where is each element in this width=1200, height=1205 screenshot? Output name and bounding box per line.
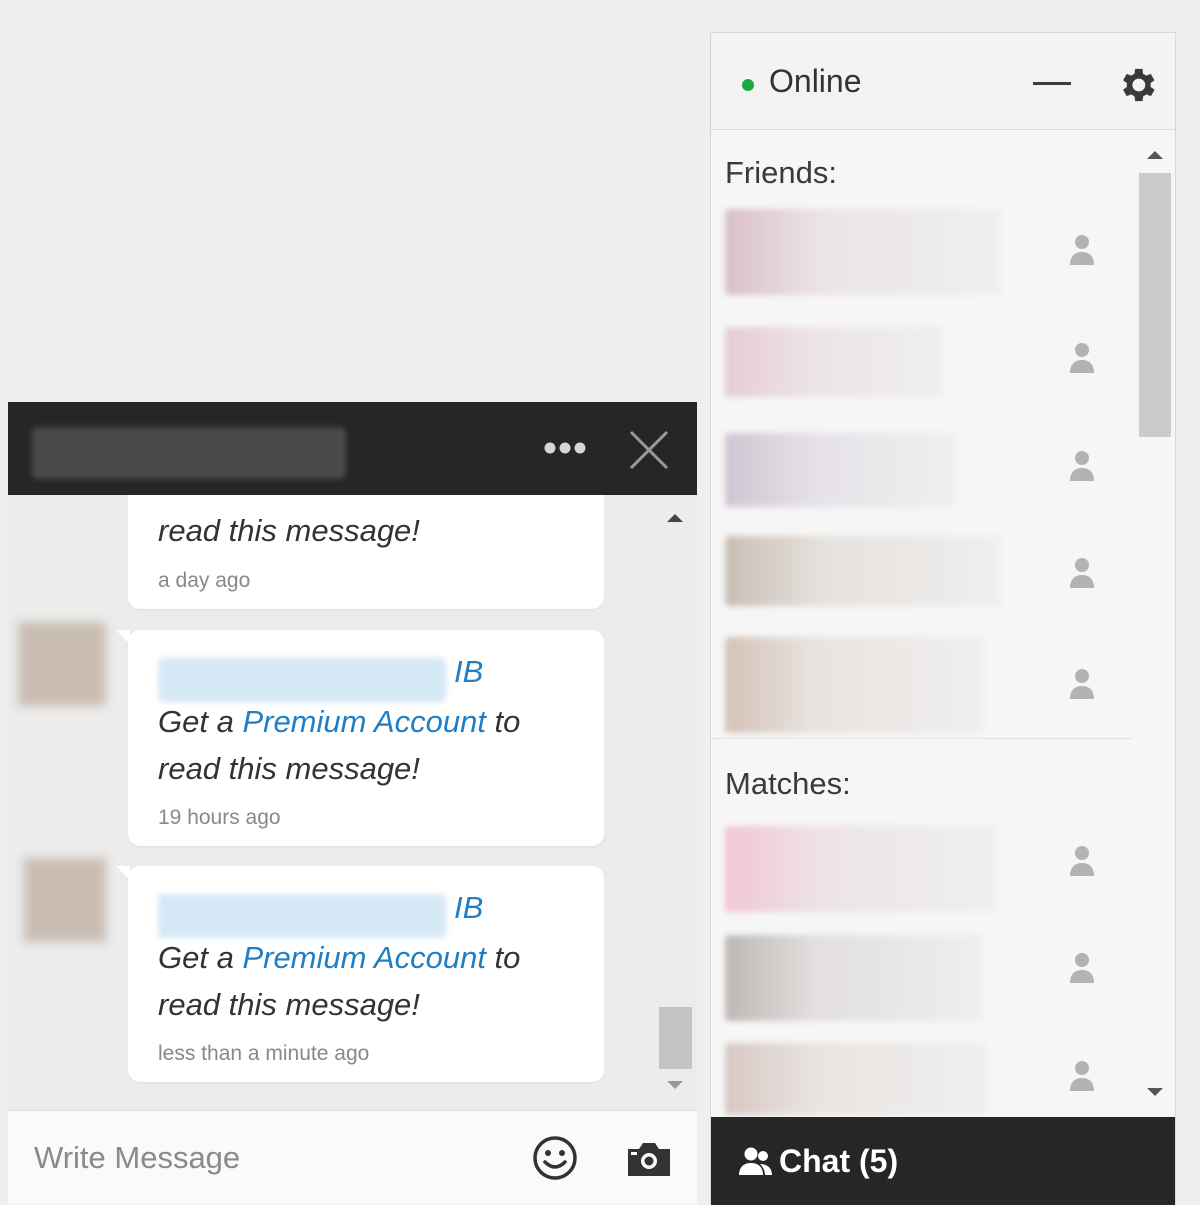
- person-icon[interactable]: [1068, 1059, 1096, 1093]
- message-text: read this message!: [158, 513, 420, 548]
- match-name-redacted: [725, 935, 983, 1021]
- scroll-down-arrow-icon[interactable]: [666, 1080, 684, 1090]
- messages-list[interactable]: read this message! a day ago IB Get a Pr…: [8, 495, 656, 1110]
- premium-account-link[interactable]: Premium Account: [242, 940, 486, 975]
- person-icon[interactable]: [1068, 951, 1096, 985]
- contacts-scrollbar[interactable]: [1135, 143, 1175, 1113]
- message-bubble: read this message! a day ago: [128, 495, 604, 609]
- match-item[interactable]: [711, 1043, 1131, 1115]
- message-text: Get a Premium Account to: [158, 704, 520, 740]
- person-icon[interactable]: [1068, 341, 1096, 375]
- gear-icon[interactable]: [1115, 63, 1159, 107]
- close-icon[interactable]: [628, 429, 670, 471]
- message-text-prefix: Get a: [158, 704, 243, 739]
- matches-heading: Matches:: [725, 766, 851, 801]
- person-icon[interactable]: [1068, 844, 1096, 878]
- section-divider: [711, 738, 1132, 739]
- chat-recipient-name-redacted: [32, 427, 346, 479]
- message-bubble: IB Get a Premium Account to read this me…: [116, 866, 604, 1082]
- match-item[interactable]: [711, 935, 1131, 1035]
- match-name-redacted: [725, 826, 995, 912]
- friend-item[interactable]: [711, 536, 1131, 636]
- chat-bar[interactable]: Chat (5): [711, 1117, 1175, 1205]
- users-icon: [739, 1147, 772, 1175]
- sender-avatar[interactable]: [18, 622, 106, 706]
- online-status-label[interactable]: Online: [769, 63, 862, 100]
- message-timestamp: 19 hours ago: [158, 806, 281, 829]
- friend-item[interactable]: [711, 637, 1131, 737]
- camera-icon[interactable]: [625, 1139, 673, 1179]
- friend-name-redacted: [725, 637, 985, 733]
- minimize-icon[interactable]: [1031, 68, 1073, 98]
- more-dots-icon[interactable]: [542, 438, 588, 458]
- sender-avatar[interactable]: [24, 858, 106, 942]
- message-timestamp: less than a minute ago: [158, 1042, 370, 1065]
- person-icon[interactable]: [1068, 233, 1096, 267]
- contacts-panel-header: Online: [711, 33, 1175, 130]
- friend-name-redacted: [725, 209, 1001, 295]
- person-icon[interactable]: [1068, 667, 1096, 701]
- message-composer: [8, 1110, 697, 1204]
- scroll-down-arrow-icon[interactable]: [1146, 1087, 1164, 1097]
- friend-name-redacted: [725, 327, 943, 397]
- friend-name-redacted: [725, 536, 1001, 606]
- scrollbar-thumb[interactable]: [659, 1007, 692, 1069]
- friend-item[interactable]: [711, 209, 1131, 309]
- chat-window: read this message! a day ago IB Get a Pr…: [8, 402, 697, 1204]
- message-text-suffix: to: [485, 940, 521, 975]
- smiley-icon[interactable]: [531, 1134, 579, 1182]
- chat-window-header: [8, 402, 697, 495]
- friends-heading: Friends:: [725, 155, 837, 190]
- message-input[interactable]: [32, 1133, 496, 1183]
- message-timestamp: a day ago: [158, 569, 251, 592]
- person-icon[interactable]: [1068, 449, 1096, 483]
- sender-name-redacted: [158, 894, 446, 938]
- scroll-up-arrow-icon[interactable]: [1146, 150, 1164, 160]
- friend-item[interactable]: [711, 433, 1131, 533]
- page-edge-fragment: [0, 1078, 5, 1102]
- premium-account-link[interactable]: Premium Account: [242, 704, 486, 739]
- message-bubble: IB Get a Premium Account to read this me…: [116, 630, 604, 846]
- message-text-suffix: to: [485, 704, 521, 739]
- scroll-up-arrow-icon[interactable]: [666, 513, 684, 523]
- sender-name-suffix: IB: [454, 654, 484, 689]
- contacts-panel: Online Friends: Matches: Chat (5): [710, 32, 1176, 1205]
- message-text: read this message!: [158, 987, 420, 1022]
- match-item[interactable]: [711, 826, 1131, 926]
- message-text: read this message!: [158, 751, 420, 786]
- messages-scrollbar[interactable]: [656, 495, 697, 1110]
- message-text-prefix: Get a: [158, 940, 243, 975]
- sender-name-redacted: [158, 658, 446, 702]
- online-status-dot: [742, 79, 754, 91]
- chat-bar-label[interactable]: Chat (5): [779, 1143, 898, 1180]
- message-text: Get a Premium Account to: [158, 940, 520, 976]
- friend-name-redacted: [725, 433, 955, 507]
- sender-name-suffix: IB: [454, 890, 484, 925]
- person-icon[interactable]: [1068, 556, 1096, 590]
- scrollbar-thumb[interactable]: [1139, 173, 1171, 437]
- match-name-redacted: [725, 1043, 987, 1115]
- friend-item[interactable]: [711, 327, 1131, 427]
